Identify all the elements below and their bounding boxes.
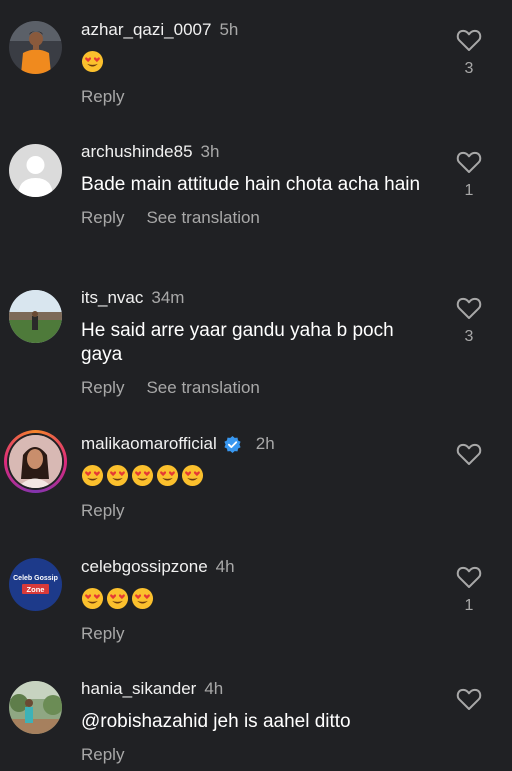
reply-button[interactable]: Reply [81, 86, 124, 108]
timestamp: 34m [151, 288, 185, 307]
heart-eyes-emoji-icon [131, 587, 154, 610]
reply-button[interactable]: Reply [81, 500, 124, 522]
emoji-row [81, 50, 431, 76]
heart-eyes-emoji-icon [81, 50, 104, 73]
like-count: 3 [464, 60, 474, 77]
like-control[interactable]: 1 [456, 150, 482, 200]
heart-outline-icon[interactable] [456, 28, 482, 52]
reply-button[interactable]: Reply [81, 377, 124, 399]
celeb-gossip-logo: Celeb Gossip Zone [9, 558, 62, 611]
timestamp: 4h [215, 557, 235, 576]
avatar[interactable]: Celeb Gossip Zone [9, 558, 62, 611]
comment-body: malikaomarofficial 2h Reply [81, 432, 431, 522]
like-count: 1 [464, 597, 474, 614]
garden-photo-avatar [9, 681, 62, 734]
comment-header: celebgossipzone 4h [81, 555, 431, 579]
comment-text: @robishazahid jeh is aahel ditto [81, 711, 351, 732]
comment-header: hania_sikander 4h [81, 677, 431, 701]
man-orange-shirt-avatar [9, 21, 62, 74]
timestamp: 2h [255, 434, 275, 453]
timestamp: 3h [200, 142, 220, 161]
comment-actions: Reply See translation [81, 207, 431, 229]
comment-text: Bade main attitude hain chota acha hain [81, 174, 421, 195]
avatar-brand-top: Celeb Gossip [13, 575, 58, 582]
emoji-row [81, 587, 431, 613]
heart-outline-icon[interactable] [456, 687, 482, 711]
heart-eyes-emoji-icon [156, 464, 179, 487]
heart-outline-icon[interactable] [456, 296, 482, 320]
see-translation-button[interactable]: See translation [146, 207, 259, 229]
timestamp: 5h [219, 20, 239, 39]
comment-body: azhar_qazi_0007 5h Reply [81, 18, 431, 108]
like-count: 1 [464, 182, 474, 199]
woman-story-avatar [9, 435, 62, 488]
heart-eyes-emoji-icon [81, 587, 104, 610]
comment-actions: Reply See translation [81, 377, 431, 399]
comment-body: hania_sikander 4h @robishazahid jeh is aa… [81, 677, 431, 766]
story-ring[interactable] [4, 430, 67, 493]
comment-body: its_nvac 34m He said arre yaar gandu yaha… [81, 286, 431, 399]
username[interactable]: hania_sikander [81, 677, 196, 701]
like-count: 3 [464, 328, 474, 345]
comment-body: celebgossipzone 4h Reply [81, 555, 431, 645]
avatar[interactable] [9, 144, 62, 197]
like-control[interactable]: 1 [456, 565, 482, 615]
story-ring-gap [7, 433, 64, 490]
comment-actions: Reply [81, 500, 431, 522]
username[interactable]: archushinde85 [81, 140, 193, 164]
like-control[interactable] [456, 442, 482, 492]
like-control[interactable] [456, 687, 482, 737]
heart-outline-icon[interactable] [456, 442, 482, 466]
like-control[interactable]: 3 [456, 296, 482, 346]
username[interactable]: malikaomarofficial [81, 432, 217, 456]
comment-body: archushinde85 3h Bade main attitude hain … [81, 140, 431, 229]
avatar[interactable] [9, 290, 62, 343]
heart-eyes-emoji-icon [81, 464, 104, 487]
username[interactable]: its_nvac [81, 286, 143, 310]
see-translation-button[interactable]: See translation [146, 377, 259, 399]
comment-actions: Reply [81, 86, 431, 108]
avatar[interactable] [9, 21, 62, 74]
username[interactable]: celebgossipzone [81, 555, 208, 579]
reply-button[interactable]: Reply [81, 207, 124, 229]
heart-eyes-emoji-icon [106, 464, 129, 487]
like-control[interactable]: 3 [456, 28, 482, 78]
comment-header: malikaomarofficial 2h [81, 432, 431, 456]
comment-actions: Reply [81, 623, 431, 645]
comment-header: its_nvac 34m [81, 286, 431, 310]
stadium-photo-avatar [9, 290, 62, 343]
heart-eyes-emoji-icon [106, 587, 129, 610]
like-count [456, 474, 482, 492]
emoji-row [81, 464, 431, 490]
verified-badge-icon [224, 435, 241, 453]
timestamp: 4h [204, 679, 224, 698]
reply-button[interactable]: Reply [81, 744, 124, 766]
username[interactable]: azhar_qazi_0007 [81, 18, 211, 42]
heart-outline-icon[interactable] [456, 150, 482, 174]
reply-button[interactable]: Reply [81, 623, 124, 645]
comment-text: He said arre yaar gandu yaha b poch gaya [81, 320, 394, 365]
comment-actions: Reply [81, 744, 431, 766]
heart-eyes-emoji-icon [131, 464, 154, 487]
comment-header: archushinde85 3h [81, 140, 431, 164]
default-user-avatar [9, 144, 62, 197]
avatar[interactable] [9, 435, 62, 488]
heart-eyes-emoji-icon [181, 464, 204, 487]
avatar[interactable] [9, 681, 62, 734]
like-count [456, 719, 482, 737]
heart-outline-icon[interactable] [456, 565, 482, 589]
avatar-brand-bottom: Zone [27, 585, 45, 594]
comment-header: azhar_qazi_0007 5h [81, 18, 431, 42]
